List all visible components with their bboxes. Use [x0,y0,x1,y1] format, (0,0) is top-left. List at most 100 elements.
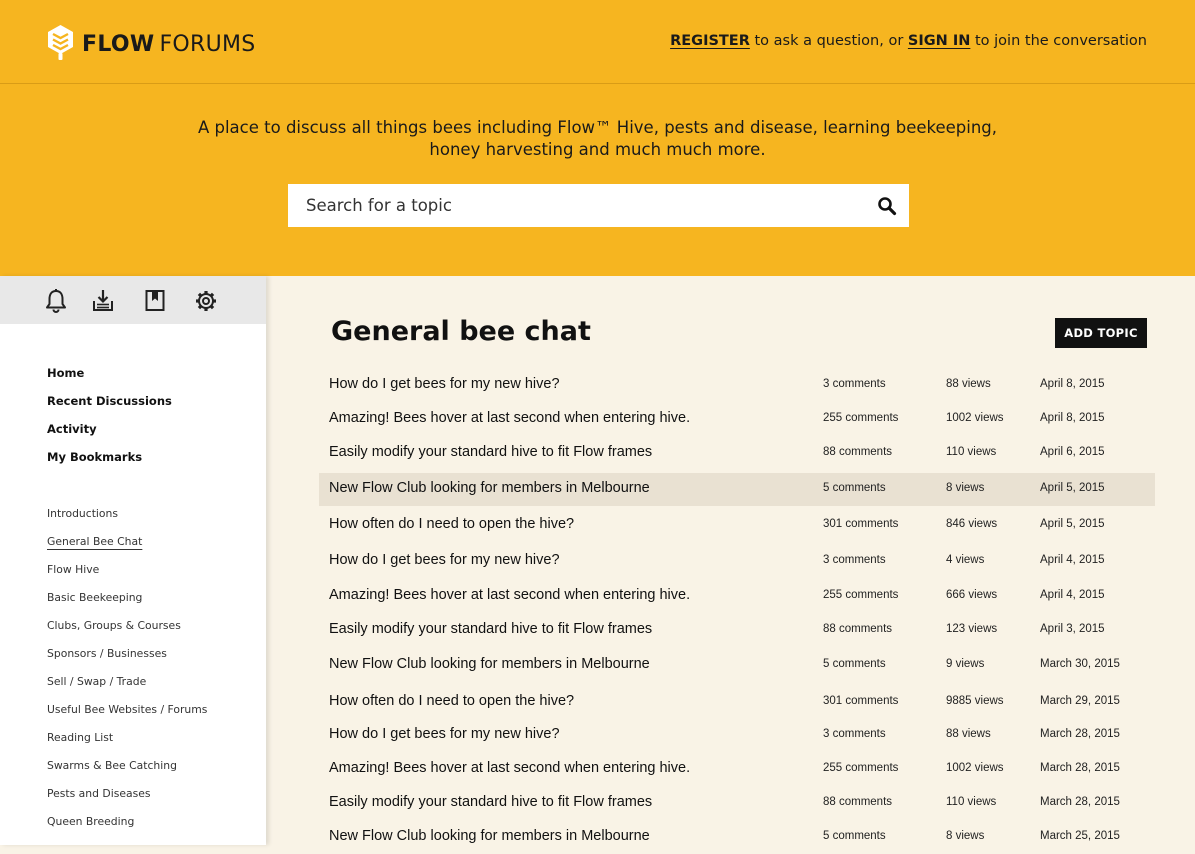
category-reading-list[interactable]: Reading List [47,731,207,759]
topic-title[interactable]: New Flow Club looking for members in Mel… [329,480,650,496]
search-input[interactable] [288,184,858,227]
topic-date: March 28, 2015 [1040,728,1120,740]
topic-row[interactable]: Amazing! Bees hover at last second when … [319,403,1155,436]
topic-comments: 5 comments [823,482,886,494]
category-nav: Introductions General Bee Chat Flow Hive… [47,507,207,843]
topic-views: 110 views [946,446,997,458]
sign-in-text: to join the conversation [974,33,1147,49]
topic-date: March 30, 2015 [1040,658,1120,670]
topic-title[interactable]: Amazing! Bees hover at last second when … [329,587,690,603]
topic-comments: 255 comments [823,412,899,424]
topic-views: 8 views [946,482,985,494]
bookmark-icon [145,290,165,311]
topic-title[interactable]: Easily modify your standard hive to fit … [329,621,652,637]
category-basic-beekeeping[interactable]: Basic Beekeeping [47,591,207,619]
topic-row[interactable]: How often do I need to open the hive? 30… [319,509,1155,542]
flow-logo-icon [47,24,74,66]
topic-date: April 5, 2015 [1040,518,1105,530]
topic-row[interactable]: How often do I need to open the hive? 30… [319,686,1155,719]
topic-views: 9885 views [946,695,1004,707]
topic-comments: 5 comments [823,830,886,842]
logo-link[interactable]: FLOW FORUMS [47,24,256,66]
settings-button[interactable] [194,288,218,314]
register-link[interactable]: REGISTER [670,33,750,49]
nav-activity[interactable]: Activity [47,422,172,450]
search-button[interactable] [877,196,897,216]
nav-my-bookmarks[interactable]: My Bookmarks [47,450,172,478]
category-sell-swap-trade[interactable]: Sell / Swap / Trade [47,675,207,703]
category-sponsors-businesses[interactable]: Sponsors / Businesses [47,647,207,675]
topic-comments: 5 comments [823,658,886,670]
hero-banner: A place to discuss all things bees inclu… [0,84,1195,276]
bell-icon [46,289,66,313]
topic-comments: 3 comments [823,554,886,566]
category-clubs-groups-courses[interactable]: Clubs, Groups & Courses [47,619,207,647]
bookmarks-button[interactable] [143,288,167,314]
topic-date: April 5, 2015 [1040,482,1105,494]
topic-title[interactable]: New Flow Club looking for members in Mel… [329,828,650,844]
topic-row[interactable]: Amazing! Bees hover at last second when … [319,753,1155,786]
topic-row[interactable]: Easily modify your standard hive to fit … [319,437,1155,470]
topic-title[interactable]: How do I get bees for my new hive? [329,552,560,568]
notifications-button[interactable] [44,288,68,314]
topic-date: March 28, 2015 [1040,762,1120,774]
topic-title[interactable]: Easily modify your standard hive to fit … [329,444,652,460]
category-swarms-bee-catching[interactable]: Swarms & Bee Catching [47,759,207,787]
topic-row[interactable]: New Flow Club looking for members in Mel… [319,821,1155,854]
topic-views: 846 views [946,518,998,530]
topic-title[interactable]: Amazing! Bees hover at last second when … [329,410,690,426]
topic-row[interactable]: New Flow Club looking for members in Mel… [319,649,1155,682]
add-topic-button[interactable]: ADD TOPIC [1055,318,1147,348]
forum-tagline: A place to discuss all things bees inclu… [197,118,998,159]
nav-recent-discussions[interactable]: Recent Discussions [47,394,172,422]
topic-comments: 301 comments [823,518,899,530]
topic-title[interactable]: Easily modify your standard hive to fit … [329,794,652,810]
category-flow-hive[interactable]: Flow Hive [47,563,207,591]
topic-date: April 6, 2015 [1040,446,1105,458]
topic-views: 9 views [946,658,985,670]
topic-row-highlighted[interactable]: New Flow Club looking for members in Mel… [319,473,1155,506]
gear-icon [196,291,216,311]
user-toolbar [0,276,266,324]
topic-views: 88 views [946,728,991,740]
topic-views: 8 views [946,830,985,842]
topic-title[interactable]: How often do I need to open the hive? [329,693,574,709]
topic-date: April 8, 2015 [1040,378,1105,390]
topic-row[interactable]: Easily modify your standard hive to fit … [319,787,1155,820]
topic-comments: 88 comments [823,796,893,808]
topic-title[interactable]: New Flow Club looking for members in Mel… [329,656,650,672]
category-pests-diseases[interactable]: Pests and Diseases [47,787,207,815]
category-useful-bee-websites[interactable]: Useful Bee Websites / Forums [47,703,207,731]
downloads-button[interactable] [91,288,115,314]
topic-row[interactable]: How do I get bees for my new hive? 3 com… [319,545,1155,578]
topic-views: 1002 views [946,412,1004,424]
topic-date: April 8, 2015 [1040,412,1105,424]
category-introductions[interactable]: Introductions [47,507,207,535]
topic-title[interactable]: How do I get bees for my new hive? [329,376,560,392]
sign-in-link[interactable]: SIGN IN [908,33,970,49]
topic-comments: 255 comments [823,589,899,601]
topic-title[interactable]: Amazing! Bees hover at last second when … [329,760,690,776]
main-content: General bee chat ADD TOPIC How do I get … [266,276,1195,845]
topic-comments: 88 comments [823,446,893,458]
category-queen-breeding[interactable]: Queen Breeding [47,815,207,843]
topic-date: April 4, 2015 [1040,554,1105,566]
category-general-bee-chat[interactable]: General Bee Chat [47,535,207,563]
topic-comments: 3 comments [823,378,886,390]
topic-row[interactable]: Amazing! Bees hover at last second when … [319,580,1155,613]
topic-title[interactable]: How often do I need to open the hive? [329,516,574,532]
topic-date: March 28, 2015 [1040,796,1120,808]
top-bar: FLOW FORUMS REGISTER to ask a question, o… [0,0,1195,84]
main-nav: Home Recent Discussions Activity My Book… [47,366,172,478]
topic-title[interactable]: How do I get bees for my new hive? [329,726,560,742]
topic-views: 110 views [946,796,997,808]
topic-row[interactable]: How do I get bees for my new hive? 3 com… [319,369,1155,402]
topic-date: April 3, 2015 [1040,623,1105,635]
topic-date: March 29, 2015 [1040,695,1120,707]
topic-date: April 4, 2015 [1040,589,1105,601]
page-title: General bee chat [331,316,591,347]
topic-row[interactable]: Easily modify your standard hive to fit … [319,614,1155,647]
topic-row[interactable]: How do I get bees for my new hive? 3 com… [319,719,1155,752]
nav-home[interactable]: Home [47,366,172,394]
search-box [288,184,909,227]
